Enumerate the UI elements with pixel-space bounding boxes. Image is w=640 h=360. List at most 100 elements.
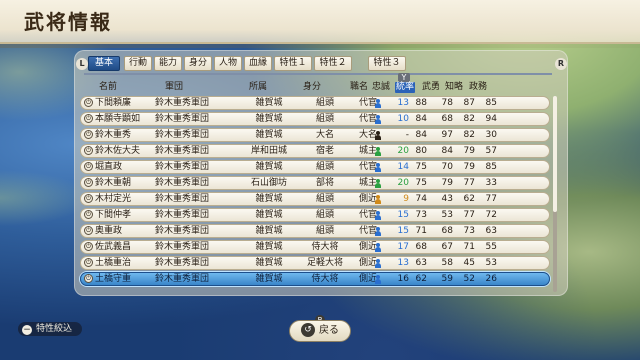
cell-clan: 鈴木重秀軍団 bbox=[155, 98, 210, 108]
cell-clan: 鈴木重秀軍団 bbox=[155, 162, 210, 172]
column-header-politics[interactable]: 政務 bbox=[467, 82, 489, 93]
table-row[interactable]: ⏻ 堀直政 鈴木重秀軍団 雑賀城 組頭 代官 14 75 70 79 85 bbox=[80, 160, 550, 174]
cell-castle: 雑賀城 bbox=[255, 226, 283, 236]
cell-politics: 26 bbox=[485, 274, 497, 284]
tab-6[interactable]: 血縁 bbox=[244, 56, 272, 71]
table-row[interactable]: ⏻ 鈴木佐大夫 鈴木重秀軍団 岸和田城 宿老 城主 20 80 84 79 57 bbox=[80, 144, 550, 158]
back-arrow-icon: ↺ bbox=[301, 323, 315, 337]
officer-status-icon: ⏻ bbox=[84, 210, 93, 219]
cell-politics: 33 bbox=[485, 178, 497, 188]
column-header-loyalty[interactable]: 忠誠 bbox=[370, 82, 392, 93]
cell-clan: 鈴木重秀軍団 bbox=[155, 114, 210, 124]
cell-politics: 85 bbox=[485, 98, 497, 108]
table-row[interactable]: ⏻ 鈴木重朝 鈴木重秀軍団 石山御坊 部将 城主 20 75 79 77 33 bbox=[80, 176, 550, 190]
cell-name: 鈴木重朝 bbox=[95, 178, 132, 188]
column-header-leadership[interactable]: 統率 bbox=[395, 82, 415, 93]
cell-name: 土橋重治 bbox=[95, 258, 132, 268]
cell-name: 木村定光 bbox=[95, 194, 132, 204]
cell-castle: 雑賀城 bbox=[255, 274, 283, 284]
r-shoulder-icon[interactable]: R bbox=[555, 58, 567, 70]
cell-name: 奥重政 bbox=[95, 226, 123, 236]
officer-status-icon: ⏻ bbox=[84, 114, 93, 123]
trait-filter-label: 特性絞込 bbox=[36, 324, 73, 334]
cell-clan: 鈴木重秀軍団 bbox=[155, 178, 210, 188]
cell-clan: 鈴木重秀軍団 bbox=[155, 130, 210, 140]
cell-politics: 30 bbox=[485, 130, 497, 140]
table-row[interactable]: ⏻ 鈴木重秀 鈴木重秀軍団 雑賀城 大名 大名 -84 97 82 30 bbox=[80, 128, 550, 142]
cell-rank: 組頭 bbox=[315, 114, 334, 124]
minus-button-icon: − bbox=[22, 325, 32, 335]
cell-name: 佐武義昌 bbox=[95, 242, 132, 252]
cell-clan: 鈴木重秀軍団 bbox=[155, 258, 210, 268]
back-label: 戻る bbox=[319, 325, 339, 336]
officer-status-icon: ⏻ bbox=[84, 130, 93, 139]
cell-rank: 大名 bbox=[315, 130, 334, 140]
cell-politics: 85 bbox=[485, 162, 497, 172]
cell-castle: 雑賀城 bbox=[255, 114, 283, 124]
cell-rank: 組頭 bbox=[315, 162, 334, 172]
officer-status-icon: ⏻ bbox=[84, 242, 93, 251]
tab-1[interactable]: 基本 bbox=[88, 56, 120, 71]
column-header-name[interactable]: 名前 bbox=[88, 82, 128, 93]
cell-rank: 宿老 bbox=[315, 146, 334, 156]
tab-5[interactable]: 人物 bbox=[214, 56, 242, 71]
table-row[interactable]: ⏻ 土橋守重 鈴木重秀軍団 雑賀城 侍大将 側近 16 62 59 52 26 bbox=[80, 272, 550, 286]
tab-7[interactable]: 特性１ bbox=[274, 56, 312, 71]
column-header-war[interactable]: 武勇 bbox=[421, 82, 441, 93]
page-title: 武将情報 bbox=[24, 10, 112, 34]
l-shoulder-icon[interactable]: L bbox=[76, 58, 88, 70]
cell-politics: 55 bbox=[485, 242, 497, 252]
officer-status-icon: ⏻ bbox=[84, 194, 93, 203]
table-row[interactable]: ⏻ 本願寺顕如 鈴木重秀軍団 雑賀城 組頭 代官 10 84 68 82 94 bbox=[80, 112, 550, 126]
officer-status-icon: ⏻ bbox=[84, 98, 93, 107]
cell-castle: 雑賀城 bbox=[255, 98, 283, 108]
tab-underline bbox=[84, 73, 552, 75]
cell-rank: 侍大将 bbox=[311, 274, 339, 284]
cell-clan: 鈴木重秀軍団 bbox=[155, 146, 210, 156]
cell-castle: 雑賀城 bbox=[255, 210, 283, 220]
header-bar: 武将情報 bbox=[0, 0, 640, 48]
table-row[interactable]: ⏻ 奥重政 鈴木重秀軍団 雑賀城 組頭 代官 15 71 68 73 63 bbox=[80, 224, 550, 238]
cell-clan: 鈴木重秀軍団 bbox=[155, 226, 210, 236]
trait-filter-button[interactable]: − 特性絞込 bbox=[18, 322, 83, 336]
officer-status-icon: ⏻ bbox=[84, 274, 93, 283]
cell-castle: 雑賀城 bbox=[255, 162, 283, 172]
cell-castle: 石山御坊 bbox=[250, 178, 287, 188]
cell-rank: 足軽大将 bbox=[306, 258, 343, 268]
cell-rank: 組頭 bbox=[315, 226, 334, 236]
table-row[interactable]: ⏻ 土橋重治 鈴木重秀軍団 雑賀城 足軽大将 側近 13 63 58 45 53 bbox=[80, 256, 550, 270]
table-row[interactable]: ⏻ 下間頼廉 鈴木重秀軍団 雑賀城 組頭 代官 13 88 78 87 85 bbox=[80, 96, 550, 110]
cell-name: 堀直政 bbox=[95, 162, 123, 172]
officer-status-icon: ⏻ bbox=[84, 146, 93, 155]
cell-rank: 組頭 bbox=[315, 194, 334, 204]
tab-3[interactable]: 能力 bbox=[154, 56, 182, 71]
cell-rank: 組頭 bbox=[315, 98, 334, 108]
scrollbar-thumb[interactable] bbox=[553, 96, 557, 212]
cell-castle: 雑賀城 bbox=[255, 258, 283, 268]
column-header-rank[interactable]: 身分 bbox=[297, 82, 327, 93]
cell-politics: 72 bbox=[485, 210, 497, 220]
officer-status-icon: ⏻ bbox=[84, 258, 93, 267]
table-row[interactable]: ⏻ 佐武義昌 鈴木重秀軍団 雑賀城 侍大将 側近 17 68 67 71 55 bbox=[80, 240, 550, 254]
back-button[interactable]: ↺ 戻る bbox=[289, 320, 351, 342]
cell-name: 鈴木佐大夫 bbox=[95, 146, 141, 156]
cell-clan: 鈴木重秀軍団 bbox=[155, 210, 210, 220]
cell-name: 下間仲孝 bbox=[95, 210, 132, 220]
cell-castle: 岸和田城 bbox=[250, 146, 287, 156]
table-row[interactable]: ⏻ 下間仲孝 鈴木重秀軍団 雑賀城 組頭 代官 15 73 53 77 72 bbox=[80, 208, 550, 222]
cell-politics: 77 bbox=[485, 194, 497, 204]
tab-2[interactable]: 行動 bbox=[124, 56, 152, 71]
column-header-clan[interactable]: 軍団 bbox=[154, 82, 194, 93]
column-header-castle[interactable]: 所属 bbox=[238, 82, 278, 93]
officer-status-icon: ⏻ bbox=[84, 178, 93, 187]
cell-castle: 雑賀城 bbox=[255, 194, 283, 204]
tab-9[interactable]: 特性３ bbox=[368, 56, 406, 71]
column-header-intellect[interactable]: 知略 bbox=[443, 82, 465, 93]
cell-rank: 侍大将 bbox=[311, 242, 339, 252]
officer-status-icon: ⏻ bbox=[84, 226, 93, 235]
cell-name: 本願寺顕如 bbox=[95, 114, 141, 124]
tab-4[interactable]: 身分 bbox=[184, 56, 212, 71]
officer-status-icon: ⏻ bbox=[84, 162, 93, 171]
tab-8[interactable]: 特性２ bbox=[314, 56, 352, 71]
table-row[interactable]: ⏻ 木村定光 鈴木重秀軍団 雑賀城 組頭 側近 9 74 43 62 77 bbox=[80, 192, 550, 206]
